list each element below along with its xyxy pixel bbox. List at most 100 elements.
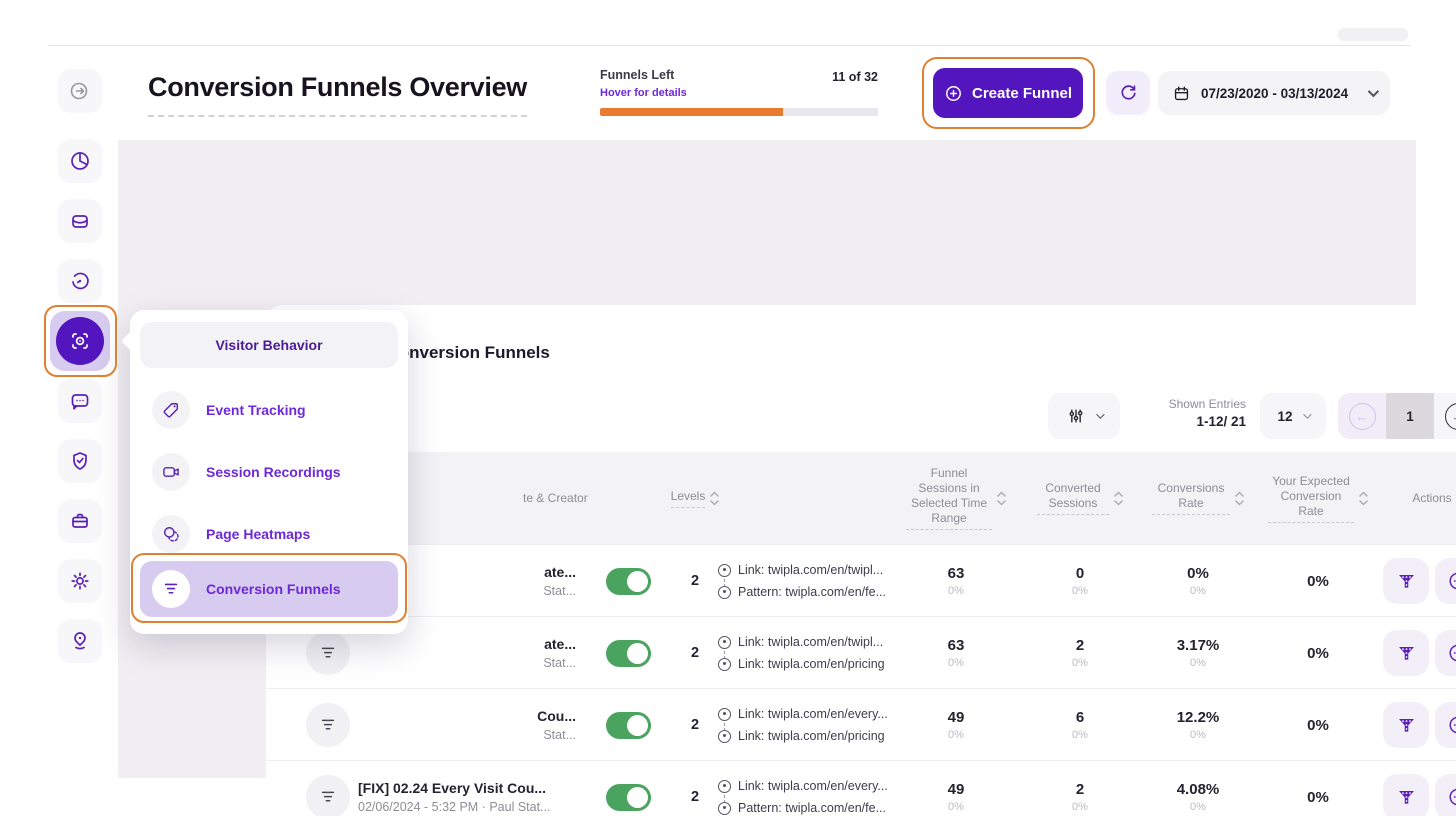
chevron-down-icon: [1303, 410, 1311, 418]
converted-sessions-cell: 00%: [1030, 545, 1130, 617]
funnels-left-widget[interactable]: Funnels Left Hover for details 11 of 32: [600, 68, 878, 99]
table-row[interactable]: ate... Stat... 2 Link: twipla.com/en/twi…: [266, 544, 1456, 616]
table-row[interactable]: ate... Stat... 2 Link: twipla.com/en/twi…: [266, 616, 1456, 688]
window-control-placeholder: [1338, 28, 1408, 41]
funnels-left-progress-track: [600, 108, 878, 116]
funnel-chart-icon: [1396, 571, 1417, 592]
step-marker-icon: [718, 802, 731, 815]
arrow-left-icon: ←: [1349, 403, 1376, 430]
pagination-prev-button[interactable]: ←: [1338, 393, 1386, 439]
sort-icon: [1235, 491, 1244, 506]
more-options-button[interactable]: [1435, 702, 1456, 748]
video-camera-icon: [152, 453, 190, 491]
funnels-card: All Conversion Funnels Select Shown Entr…: [266, 305, 1456, 816]
column-filter-button[interactable]: [1048, 393, 1120, 439]
date-range-value: 07/23/2020 - 03/13/2024: [1201, 86, 1358, 101]
date-range-picker[interactable]: 07/23/2020 - 03/13/2024: [1158, 71, 1390, 115]
sidebar-item-visitor-behavior[interactable]: [50, 311, 110, 371]
step-marker-icon: [718, 586, 731, 599]
chevron-down-icon: [1368, 86, 1379, 97]
pagination-current-page[interactable]: 1: [1386, 393, 1434, 439]
expected-rate-cell: 0%: [1268, 545, 1368, 617]
column-header-conversions-rate[interactable]: Conversions Rate: [1141, 452, 1255, 544]
more-options-button[interactable]: [1435, 774, 1456, 816]
settings-gear-icon: [68, 569, 92, 593]
column-header-levels[interactable]: Levels: [655, 452, 735, 544]
ellipsis-icon: [1447, 642, 1456, 664]
funnel-name-cell[interactable]: Cou... Stat...: [306, 689, 576, 761]
inbox-icon: [68, 209, 92, 233]
funnel-steps: Link: twipla.com/en/twipl... Pattern: tw…: [718, 559, 886, 603]
page-size-value: 12: [1277, 409, 1292, 424]
toggle-knob: [627, 643, 648, 664]
flyout-item-event-tracking[interactable]: Event Tracking: [140, 382, 398, 438]
conversions-rate-cell: 12.2%0%: [1148, 689, 1248, 761]
funnel-enabled-toggle[interactable]: [606, 640, 651, 667]
sidebar-item-history[interactable]: [58, 259, 102, 303]
funnels-left-hover-link[interactable]: Hover for details: [600, 87, 878, 99]
sidebar-item-location[interactable]: [58, 619, 102, 663]
sort-icon: [710, 491, 719, 506]
analytics-app: Conversion Funnels Overview Funnels Left…: [0, 0, 1456, 816]
funnel-chart-button[interactable]: [1383, 630, 1429, 676]
chevron-down-icon: [1096, 410, 1104, 418]
toggle-knob: [627, 715, 648, 736]
flyout-item-session-recordings[interactable]: Session Recordings: [140, 444, 398, 500]
column-header-funnel-sessions[interactable]: Funnel Sessions in Selected Time Range: [899, 452, 1013, 544]
converted-sessions-cell: 20%: [1030, 617, 1130, 689]
step-marker-icon: [718, 658, 731, 671]
row-actions: [1383, 702, 1456, 748]
calendar-icon: [1172, 84, 1191, 103]
sidebar-item-settings[interactable]: [58, 559, 102, 603]
sidebar-item-feedback[interactable]: [58, 379, 102, 423]
column-header-name[interactable]: te & Creator: [523, 452, 588, 544]
funnel-icon: [152, 570, 190, 608]
expected-rate-cell: 0%: [1268, 617, 1368, 689]
table-row[interactable]: [FIX] 02.24 Every Visit Cou... 02/06/202…: [266, 760, 1456, 816]
column-header-expected-rate[interactable]: Your Expected Conversion Rate: [1261, 452, 1375, 544]
location-pin-icon: [68, 629, 92, 653]
tag-icon: [152, 391, 190, 429]
create-funnel-button[interactable]: Create Funnel: [933, 68, 1083, 118]
collapse-panel-icon: [68, 79, 92, 103]
pagination-next-button[interactable]: →: [1434, 393, 1456, 439]
flyout-item-page-heatmaps[interactable]: Page Heatmaps: [140, 506, 398, 562]
page-size-dropdown[interactable]: 12: [1260, 393, 1326, 439]
funnel-steps: Link: twipla.com/en/twipl... Link: twipl…: [718, 631, 885, 675]
funnel-chart-button[interactable]: [1383, 774, 1429, 816]
flyout-item-conversion-funnels[interactable]: Conversion Funnels: [140, 561, 398, 617]
funnel-name-cell[interactable]: [FIX] 02.24 Every Visit Cou... 02/06/202…: [358, 761, 576, 816]
funnel-sessions-cell: 490%: [906, 689, 1006, 761]
converted-sessions-cell: 60%: [1030, 689, 1130, 761]
sidebar-item-company[interactable]: [58, 499, 102, 543]
funnel-chart-button[interactable]: [1383, 558, 1429, 604]
sidebar-item-inbox[interactable]: [58, 199, 102, 243]
funnel-enabled-toggle[interactable]: [606, 568, 651, 595]
column-header-actions: Actions: [1382, 452, 1456, 544]
step-marker-icon: [718, 780, 731, 793]
create-funnel-label: Create Funnel: [972, 85, 1072, 102]
funnels-left-count: 11 of 32: [832, 70, 878, 84]
visitor-behavior-eye-icon: [68, 329, 92, 353]
funnel-enabled-toggle[interactable]: [606, 712, 651, 739]
funnel-chart-icon: [1396, 787, 1417, 808]
funnel-chart-button[interactable]: [1383, 702, 1429, 748]
table-row[interactable]: Cou... Stat... 2 Link: twipla.com/en/eve…: [266, 688, 1456, 760]
conversions-rate-cell: 3.17%0%: [1148, 617, 1248, 689]
flyout-title: Visitor Behavior: [140, 322, 398, 368]
more-options-button[interactable]: [1435, 558, 1456, 604]
sidebar-item-dashboard[interactable]: [58, 139, 102, 183]
shown-entries-value: 1-12/ 21: [1134, 414, 1246, 429]
row-actions: [1383, 774, 1456, 816]
funnel-steps: Link: twipla.com/en/every... Link: twipl…: [718, 703, 888, 747]
column-header-converted-sessions[interactable]: Converted Sessions: [1023, 452, 1137, 544]
sidebar-item-collapse[interactable]: [58, 69, 102, 113]
expected-rate-cell: 0%: [1268, 761, 1368, 816]
sidebar-item-privacy[interactable]: [58, 439, 102, 483]
sort-icon: [997, 491, 1006, 506]
funnel-icon: [318, 787, 338, 807]
ellipsis-icon: [1447, 570, 1456, 592]
more-options-button[interactable]: [1435, 630, 1456, 676]
refresh-button[interactable]: [1106, 71, 1150, 115]
funnel-enabled-toggle[interactable]: [606, 784, 651, 811]
